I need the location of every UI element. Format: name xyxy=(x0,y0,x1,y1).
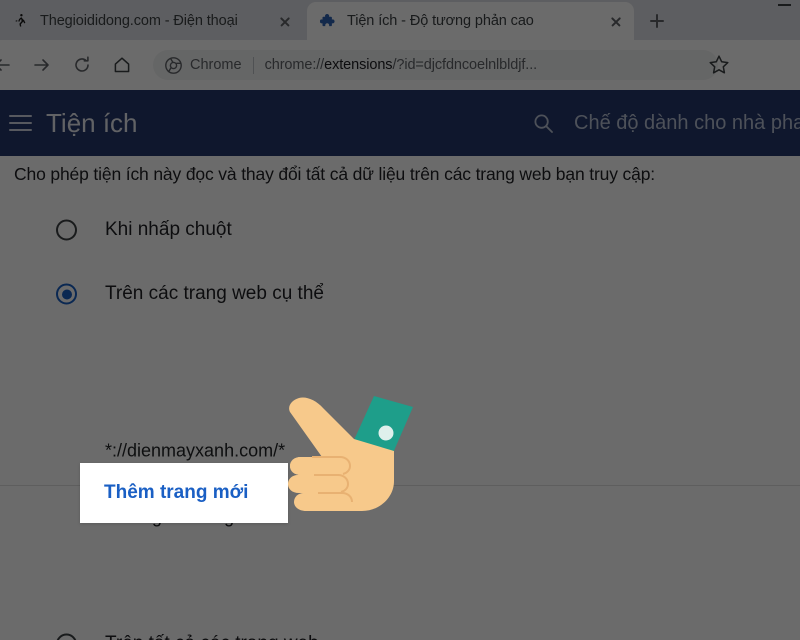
browser-toolbar: Chrome chrome://extensions/?id=djcfdncoe… xyxy=(0,40,800,115)
radio-option-on-click[interactable]: Khi nhấp chuột xyxy=(0,198,800,262)
extensions-page: Tiện ích Chế độ dành cho nhà pha Cho phé… xyxy=(0,90,800,640)
add-new-site-label: Thêm trang mới xyxy=(104,482,249,503)
url-suffix: /?id=djcfdncoelnlbldjf... xyxy=(392,57,538,73)
dev-mode-label: Chế độ dành cho nhà pha xyxy=(574,112,800,134)
radio-button[interactable] xyxy=(56,283,77,305)
address-bar[interactable]: Chrome chrome://extensions/?id=djcfdncoe… xyxy=(153,50,718,80)
tab-strip: Thegioididong.com - Điện thoại Tiện ích … xyxy=(0,0,800,40)
close-icon[interactable] xyxy=(275,11,295,31)
window-controls xyxy=(754,0,800,14)
arrow-right-icon[interactable] xyxy=(28,51,56,79)
tab-tien-ich[interactable]: Tiện ích - Độ tương phản cao xyxy=(307,2,634,40)
site-pattern: *://dienmayxanh.com/* xyxy=(105,440,286,461)
radio-label: Khi nhấp chuột xyxy=(105,219,232,240)
radio-button[interactable] xyxy=(56,219,77,241)
site-identity-label: Chrome xyxy=(190,57,242,73)
pointing-hand-icon xyxy=(282,395,414,517)
radio-label: Trên các trang web cụ thể xyxy=(105,283,324,304)
close-icon[interactable] xyxy=(606,11,626,31)
star-icon[interactable] xyxy=(706,52,732,78)
page-title: Tiện ích xyxy=(46,108,138,138)
url-prefix: chrome:// xyxy=(264,57,325,73)
tab-title: Thegioididong.com - Điện thoại xyxy=(40,13,238,29)
radio-option-specific-sites[interactable]: Trên các trang web cụ thể xyxy=(0,262,800,326)
search-icon[interactable] xyxy=(533,113,554,134)
home-icon[interactable] xyxy=(108,51,136,79)
arrow-left-icon[interactable] xyxy=(0,51,16,79)
tab-title: Tiện ích - Độ tương phản cao xyxy=(347,13,534,29)
browser-window: Thegioididong.com - Điện thoại Tiện ích … xyxy=(0,0,800,640)
extensions-header: Tiện ích Chế độ dành cho nhà pha xyxy=(0,90,800,156)
add-new-site-button[interactable]: Thêm trang mới xyxy=(80,463,288,523)
url-text: chrome://extensions/?id=djcfdncoelnlbldj… xyxy=(265,57,711,73)
permission-question: Cho phép tiện ích này đọc và thay đổi tấ… xyxy=(14,164,656,184)
plus-icon[interactable] xyxy=(643,7,671,35)
url-bold: extensions xyxy=(324,57,393,73)
runner-yellow-icon xyxy=(13,13,30,30)
radio-option-all-sites[interactable]: Trên tất cả các trang web xyxy=(0,612,800,640)
tab-thegioididong[interactable]: Thegioididong.com - Điện thoại xyxy=(0,2,303,40)
hamburger-menu-icon[interactable] xyxy=(9,112,32,134)
radio-label: Trên tất cả các trang web xyxy=(105,633,319,640)
minimize-icon[interactable] xyxy=(778,4,791,6)
puzzle-piece-icon xyxy=(319,13,337,30)
divider xyxy=(252,56,254,74)
radio-button[interactable] xyxy=(56,633,77,640)
reload-icon[interactable] xyxy=(68,51,96,79)
chrome-logo-icon xyxy=(165,56,182,74)
